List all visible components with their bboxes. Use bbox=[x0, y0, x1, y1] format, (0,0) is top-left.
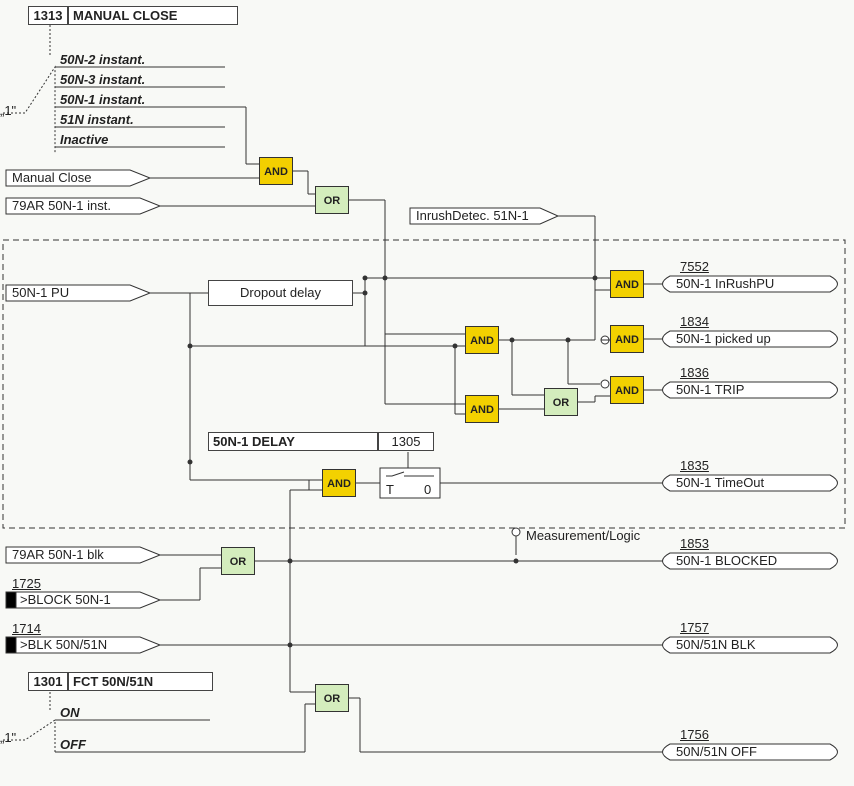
or-gate-trip: OR bbox=[544, 388, 578, 416]
timer-0: 0 bbox=[424, 482, 431, 497]
fct-num: 1301 bbox=[28, 672, 68, 691]
out-trip: 50N-1 TRIP bbox=[676, 382, 744, 397]
and-gate-center: AND bbox=[465, 326, 499, 354]
opt-50n3: 50N-3 instant. bbox=[60, 72, 145, 87]
constant-one-bottom: „1" bbox=[0, 730, 16, 745]
constant-one-top: „1" bbox=[0, 103, 16, 118]
or-gate-off: OR bbox=[315, 684, 349, 712]
manual-close-number: 1313 bbox=[28, 6, 68, 25]
opt-50n2: 50N-2 instant. bbox=[60, 52, 145, 67]
out-picked: 50N-1 picked up bbox=[676, 331, 771, 346]
and-gate-inrushpu: AND bbox=[610, 270, 644, 298]
and-gate-lower: AND bbox=[465, 395, 499, 423]
out-inrushpu-num: 7552 bbox=[680, 259, 709, 274]
out-blk: 50N/51N BLK bbox=[676, 637, 756, 652]
delay-label-box: 50N-1 DELAY bbox=[208, 432, 378, 451]
blk-num: 1714 bbox=[12, 621, 41, 636]
and-gate-delay: AND bbox=[322, 469, 356, 497]
out-blk-num: 1757 bbox=[680, 620, 709, 635]
out-picked-num: 1834 bbox=[680, 314, 709, 329]
and-gate-trip: AND bbox=[610, 376, 644, 404]
out-blocked-num: 1853 bbox=[680, 536, 709, 551]
opt-50n1: 50N-1 instant. bbox=[60, 92, 145, 107]
block-num: 1725 bbox=[12, 576, 41, 591]
out-timeout-num: 1835 bbox=[680, 458, 709, 473]
tag-79ar-inst: 79AR 50N-1 inst. bbox=[12, 198, 111, 213]
delay-num-box: 1305 bbox=[378, 432, 434, 451]
timer-T: T bbox=[386, 482, 394, 497]
tag-inrush-detec: InrushDetec. 51N-1 bbox=[416, 208, 529, 223]
manual-close-label: MANUAL CLOSE bbox=[68, 6, 238, 25]
tag-79ar-blk: 79AR 50N-1 blk bbox=[12, 547, 104, 562]
or-gate-1: OR bbox=[315, 186, 349, 214]
out-timeout: 50N-1 TimeOut bbox=[676, 475, 764, 490]
or-gate-block: OR bbox=[221, 547, 255, 575]
tag-blk-50n51n: >BLK 50N/51N bbox=[20, 637, 107, 652]
out-blocked: 50N-1 BLOCKED bbox=[676, 553, 777, 568]
measurement-logic-label: Measurement/Logic bbox=[526, 528, 640, 543]
fct-label: FCT 50N/51N bbox=[68, 672, 213, 691]
out-off: 50N/51N OFF bbox=[676, 744, 757, 759]
opt-inactive: Inactive bbox=[60, 132, 108, 147]
dropout-delay-box: Dropout delay bbox=[208, 280, 353, 306]
opt-51n: 51N instant. bbox=[60, 112, 134, 127]
out-off-num: 1756 bbox=[680, 727, 709, 742]
fct-off: OFF bbox=[60, 737, 86, 752]
and-gate-pickedup: AND bbox=[610, 325, 644, 353]
and-gate-1: AND bbox=[259, 157, 293, 185]
tag-50n1-pu: 50N-1 PU bbox=[12, 285, 69, 300]
tag-manual-close: Manual Close bbox=[12, 170, 92, 185]
tag-block-50n1: >BLOCK 50N-1 bbox=[20, 592, 111, 607]
fct-on: ON bbox=[60, 705, 80, 720]
out-trip-num: 1836 bbox=[680, 365, 709, 380]
out-inrushpu: 50N-1 InRushPU bbox=[676, 276, 774, 291]
logic-diagram: 1313 MANUAL CLOSE „1" 50N-2 instant. 50N… bbox=[0, 0, 854, 786]
